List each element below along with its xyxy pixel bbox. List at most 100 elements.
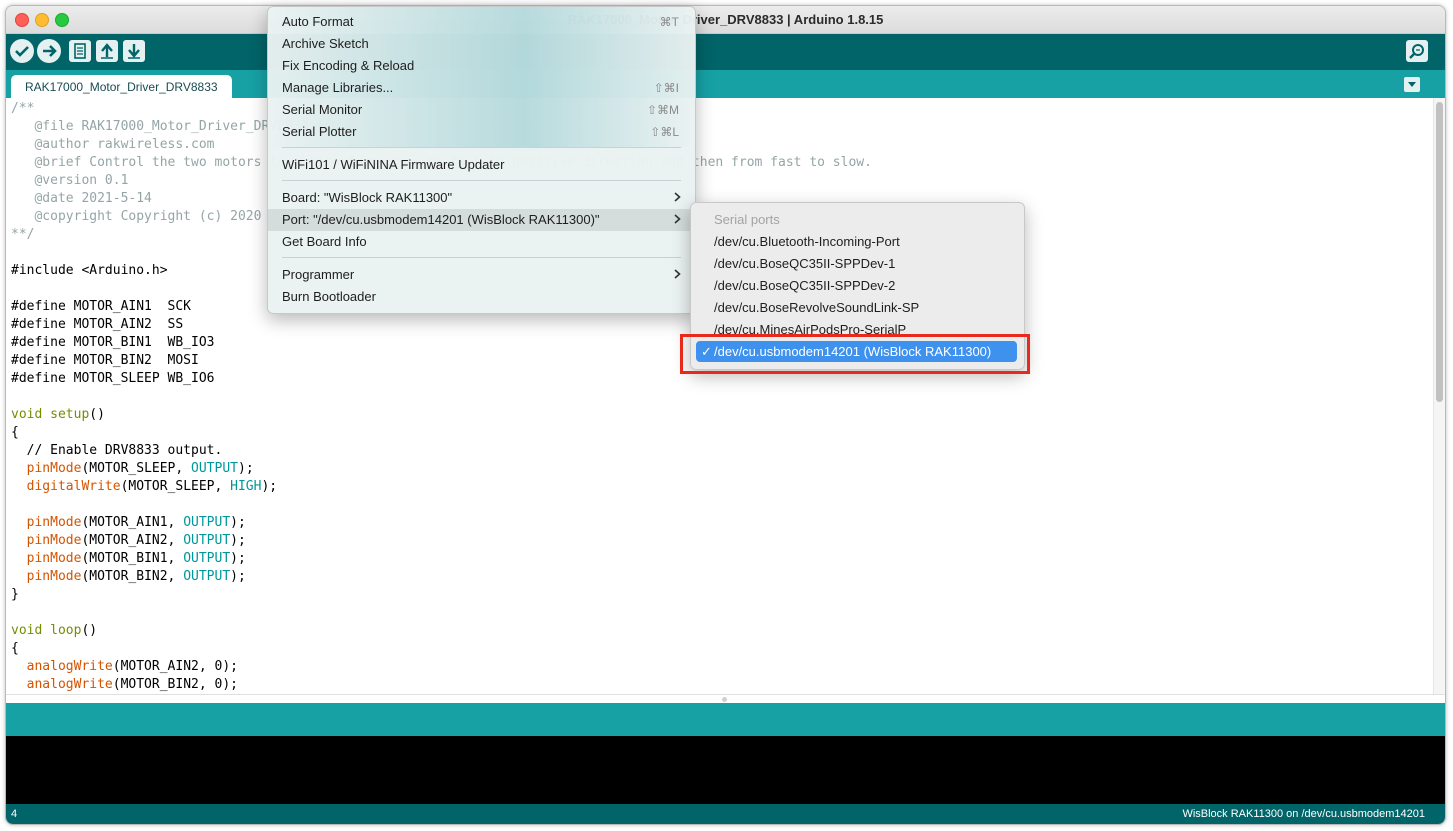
code-token: @copyright Copyright (c) 2020 (11, 209, 262, 224)
menu-item-serial-monitor[interactable]: Serial Monitor ⇧⌘M (268, 99, 695, 121)
splitter-handle[interactable] (722, 697, 727, 702)
menu-separator (282, 180, 681, 181)
serial-monitor-button[interactable] (1406, 40, 1428, 62)
code-token: #define MOTOR_AIN2 SS (11, 317, 184, 332)
code-token: #define MOTOR_SLEEP WB_IO6 (11, 371, 215, 386)
port-option[interactable]: /dev/cu.BoseQC35II-SPPDev-2 (714, 278, 895, 293)
code-token: #define MOTOR_BIN2 MOSI (11, 353, 199, 368)
code-token: ); (230, 569, 246, 584)
arduino-ide-window: RAK17000_Motor_Driver_DRV8833 | Arduino … (5, 5, 1446, 825)
code-token: void (11, 623, 43, 638)
code-token: analogWrite (26, 677, 113, 692)
menu-item-shortcut: ⇧⌘I (653, 81, 679, 95)
tab-sketch[interactable]: RAK17000_Motor_Driver_DRV8833 (11, 75, 232, 98)
code-token: { (11, 425, 19, 440)
port-option[interactable]: /dev/cu.BoseQC35II-SPPDev-1 (714, 256, 895, 271)
code-token: } (11, 587, 19, 602)
open-sketch-button[interactable] (96, 40, 118, 62)
code-line: #define MOTOR_BIN1 WB_IO3 (11, 334, 215, 352)
code-token: { (11, 641, 19, 656)
code-token: pinMode (26, 461, 82, 476)
menu-item-board[interactable]: Board: "WisBlock RAK11300" (268, 187, 695, 209)
menu-item-burn-bootloader[interactable]: Burn Bootloader (268, 286, 695, 308)
code-token: OUTPUT (183, 551, 231, 566)
code-line: pinMode(MOTOR_AIN1, OUTPUT); (11, 514, 246, 532)
menu-separator (282, 257, 681, 258)
triangle-down-icon (1408, 82, 1416, 87)
code-token: **/ (11, 227, 35, 242)
document-icon (74, 43, 86, 59)
menu-item-auto-format[interactable]: Auto Format ⌘T (268, 11, 695, 33)
code-token: pinMode (26, 569, 82, 584)
line-number: 4 (11, 808, 18, 820)
menu-item-archive-sketch[interactable]: Archive Sketch (268, 33, 695, 55)
chevron-right-icon (674, 192, 681, 202)
code-line: /** (11, 100, 34, 118)
new-sketch-button[interactable] (69, 40, 91, 62)
menu-item-get-board-info[interactable]: Get Board Info (268, 231, 695, 253)
code-line: pinMode(MOTOR_BIN2, OUTPUT); (11, 568, 246, 586)
code-line: #define MOTOR_SLEEP WB_IO6 (11, 370, 215, 388)
code-token: () (89, 407, 105, 422)
code-token: #define MOTOR_AIN1 SCK (11, 299, 192, 314)
code-line: pinMode(MOTOR_SLEEP, OUTPUT); (11, 460, 254, 478)
menu-item-programmer[interactable]: Programmer (268, 264, 695, 286)
port-option[interactable]: /dev/cu.Bluetooth-Incoming-Port (714, 234, 900, 249)
code-token: ); (238, 461, 254, 476)
code-token: analogWrite (26, 659, 113, 674)
code-token: (MOTOR_BIN2, (81, 569, 184, 584)
code-token: (MOTOR_AIN1, (81, 515, 184, 530)
code-token: OUTPUT (183, 569, 231, 584)
code-token: (MOTOR_BIN2, 0); (112, 677, 238, 692)
code-line: @date 2021-5-14 (11, 190, 151, 208)
annotation-highlight (680, 334, 1030, 374)
code-token: ); (230, 551, 246, 566)
save-sketch-button[interactable] (123, 40, 145, 62)
tab-menu-button[interactable] (1404, 77, 1420, 92)
status-bar: 4 WisBlock RAK11300 on /dev/cu.usbmodem1… (6, 804, 1445, 824)
menu-item-fix-encoding[interactable]: Fix Encoding & Reload (268, 55, 695, 77)
code-line: } (11, 586, 19, 604)
arrow-down-icon (128, 44, 140, 59)
scrollbar-thumb[interactable] (1436, 102, 1443, 402)
menu-item-label: Board: "WisBlock RAK11300" (282, 190, 453, 205)
verify-button[interactable] (10, 39, 34, 63)
editor-scrollbar[interactable] (1433, 98, 1445, 694)
code-line: #define MOTOR_AIN1 SCK (11, 298, 191, 316)
tab-bar: RAK17000_Motor_Driver_DRV8833 (6, 70, 1445, 98)
menu-item-firmware-updater[interactable]: WiFi101 / WiFiNINA Firmware Updater (268, 154, 695, 176)
menu-item-manage-libraries[interactable]: Manage Libraries... ⇧⌘I (268, 77, 695, 99)
code-token: setup (50, 407, 90, 422)
message-area (6, 703, 1445, 736)
code-token: ); (261, 479, 278, 494)
code-token: (MOTOR_SLEEP, (120, 479, 231, 494)
code-editor[interactable]: /** @file RAK17000_Motor_Driver_DRV8833.… (6, 98, 1433, 694)
chevron-right-icon (674, 269, 681, 279)
console-output (6, 736, 1445, 804)
magnifier-icon (1409, 44, 1424, 59)
code-token: (MOTOR_AIN2, 0); (112, 659, 238, 674)
code-token: @version 0.1 (11, 173, 129, 188)
menu-item-label: Archive Sketch (282, 36, 369, 51)
chevron-right-icon (674, 214, 681, 224)
code-line: digitalWrite(MOTOR_SLEEP, HIGH); (11, 478, 277, 496)
code-line: @author rakwireless.com (11, 136, 214, 154)
code-line: pinMode(MOTOR_BIN1, OUTPUT); (11, 550, 246, 568)
code-line: analogWrite(MOTOR_BIN2, 0); (11, 676, 238, 694)
tools-menu: Auto Format ⌘T Archive Sketch Fix Encoding … (267, 6, 696, 314)
menu-item-serial-plotter[interactable]: Serial Plotter ⇧⌘L (268, 121, 695, 143)
code-token: pinMode (26, 533, 82, 548)
menu-item-port[interactable]: Port: "/dev/cu.usbmodem14201 (WisBlock R… (268, 209, 695, 231)
code-token: loop (50, 623, 82, 638)
checkmark-icon (15, 46, 29, 57)
port-option[interactable]: /dev/cu.BoseRevolveSoundLink-SP (714, 300, 919, 315)
menu-item-label: Port: "/dev/cu.usbmodem14201 (WisBlock R… (282, 212, 600, 227)
upload-button[interactable] (37, 39, 61, 63)
code-token: ); (230, 515, 246, 530)
code-token: (MOTOR_AIN2, (81, 533, 184, 548)
menu-item-label: Get Board Info (282, 234, 367, 249)
